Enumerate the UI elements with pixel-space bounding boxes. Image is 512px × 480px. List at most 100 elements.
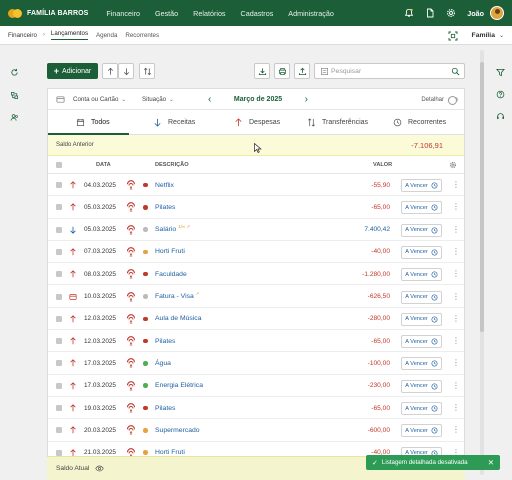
current-month[interactable]: Março de 2025 (234, 96, 282, 103)
print-button[interactable] (274, 63, 290, 79)
tab-recorrentes[interactable]: Recorrentes (125, 32, 159, 39)
headset-icon[interactable] (495, 111, 505, 121)
table-row[interactable]: 08.03.2025 Faculdade -1.280,00 A Vencer ⋮ (48, 263, 464, 286)
user-name[interactable]: João (467, 9, 484, 18)
breadcrumb[interactable]: Financeiro (8, 32, 37, 39)
status-button[interactable]: A Vencer (401, 379, 442, 393)
header-value[interactable]: VALOR (373, 162, 392, 168)
scrollbar[interactable] (480, 50, 484, 475)
tab-receitas[interactable]: Receitas (153, 110, 195, 135)
status-button[interactable]: A Vencer (401, 290, 442, 304)
row-checkbox[interactable] (56, 271, 62, 278)
more-options-icon[interactable]: ⋮ (452, 336, 460, 346)
table-row[interactable]: 04.03.2025 Netflix -55,90 A Vencer ⋮ (48, 174, 464, 197)
tab-todos[interactable]: Todos (76, 110, 110, 135)
row-checkbox[interactable] (56, 204, 62, 211)
more-options-icon[interactable]: ⋮ (452, 292, 460, 302)
more-options-icon[interactable]: ⋮ (452, 247, 460, 257)
scrollbar-thumb[interactable] (480, 62, 484, 332)
scan-icon[interactable] (448, 31, 458, 41)
more-options-icon[interactable]: ⋮ (452, 403, 460, 413)
more-options-icon[interactable]: ⋮ (452, 225, 460, 235)
table-row[interactable]: 12.03.2025 Pilates -65,00 A Vencer ⋮ (48, 330, 464, 353)
reorder-button[interactable] (139, 63, 155, 79)
row-description[interactable]: Horti Fruti (155, 248, 185, 255)
menu-gestao[interactable]: Gestão (155, 9, 178, 18)
status-button[interactable]: A Vencer (401, 245, 442, 259)
header-description[interactable]: DESCRIÇÃO (155, 162, 189, 168)
upload-button[interactable] (294, 63, 310, 79)
more-options-icon[interactable]: ⋮ (452, 269, 460, 279)
row-checkbox[interactable] (56, 405, 62, 411)
refresh-icon[interactable] (9, 67, 19, 77)
table-row[interactable]: 05.03.2025 Salário 1/∞ ↗ 7.400,42 A Vencer ⋮ (48, 219, 464, 241)
help-icon[interactable] (495, 89, 505, 99)
close-icon[interactable]: ✕ (488, 458, 494, 467)
menu-cadastros[interactable]: Cadastros (241, 9, 274, 18)
brand[interactable]: FAMÍLIA BARROS (8, 8, 88, 18)
chevron-down-icon[interactable]: ⌄ (499, 32, 504, 39)
document-icon[interactable] (424, 7, 436, 19)
gear-icon[interactable] (445, 7, 457, 19)
avatar[interactable] (490, 6, 504, 20)
more-options-icon[interactable]: ⋮ (452, 425, 460, 435)
status-button[interactable]: A Vencer (401, 179, 442, 192)
row-checkbox[interactable] (56, 382, 62, 389)
row-description[interactable]: Aula de Música (155, 315, 201, 322)
status-button[interactable]: A Vencer (401, 223, 442, 237)
row-description[interactable]: Pilates (155, 204, 175, 211)
status-button[interactable]: A Vencer (401, 268, 442, 282)
header-date[interactable]: DATA (96, 162, 111, 168)
menu-relatorios[interactable]: Relatórios (193, 9, 225, 18)
add-button[interactable]: + Adicionar (47, 63, 98, 79)
tab-despesas[interactable]: Despesas (234, 110, 280, 135)
users-icon[interactable] (9, 112, 19, 122)
menu-administracao[interactable]: Administração (288, 9, 334, 18)
more-options-icon[interactable]: ⋮ (452, 314, 460, 324)
search-input[interactable] (331, 67, 441, 75)
row-description[interactable]: Pilates (155, 338, 175, 345)
search-icon[interactable] (451, 67, 460, 76)
status-filter[interactable]: Situação ⌄ (142, 89, 174, 110)
table-row[interactable]: 10.03.2025 Fatura - Visa ↗ -626,50 A Vencer ⋮ (48, 286, 464, 308)
more-options-icon[interactable]: ⋮ (452, 180, 460, 190)
detail-toggle[interactable] (448, 96, 458, 105)
row-checkbox[interactable] (56, 182, 62, 188)
tab-transferencias[interactable]: Transferências (307, 110, 368, 135)
table-row[interactable]: 12.03.2025 Aula de Música -280,00 A Vencer ⋮ (48, 308, 464, 331)
family-select[interactable]: Família (472, 32, 495, 39)
row-description[interactable]: Faculdade (155, 271, 187, 278)
row-checkbox[interactable] (56, 338, 62, 345)
accounts-icon[interactable] (9, 90, 19, 100)
status-button[interactable]: A Vencer (401, 402, 442, 415)
row-description[interactable]: Água (155, 360, 171, 367)
status-button[interactable]: A Vencer (401, 335, 442, 349)
row-checkbox[interactable] (56, 226, 62, 233)
table-row[interactable]: 17.03.2025 Energia Elétrica -230,00 A Vence… (48, 375, 464, 397)
next-month-button[interactable]: › (305, 94, 308, 105)
eye-icon[interactable] (95, 464, 105, 473)
download-button[interactable] (254, 63, 270, 79)
sort-up-button[interactable] (102, 63, 118, 79)
tab-agenda[interactable]: Agenda (96, 32, 117, 39)
sort-down-button[interactable] (118, 63, 134, 79)
row-description[interactable]: Energia Elétrica (155, 382, 203, 389)
row-checkbox[interactable] (56, 360, 62, 367)
row-checkbox[interactable] (56, 293, 62, 300)
tab-recorrentes-list[interactable]: Recorrentes (393, 110, 446, 135)
status-button[interactable]: A Vencer (401, 312, 442, 326)
filter-icon[interactable] (495, 67, 505, 77)
status-button[interactable]: A Vencer (401, 357, 442, 371)
more-options-icon[interactable]: ⋮ (452, 381, 460, 391)
bell-icon[interactable] (403, 7, 415, 19)
more-options-icon[interactable]: ⋮ (452, 358, 460, 368)
tab-lancamentos[interactable]: Lançamentos (50, 30, 89, 40)
row-description[interactable]: Netflix (155, 182, 174, 189)
row-description[interactable]: Salário (155, 226, 176, 233)
select-all-checkbox[interactable] (56, 161, 62, 168)
row-description[interactable]: Fatura - Visa (155, 293, 194, 300)
table-row[interactable]: 07.03.2025 Horti Fruti -40,00 A Vencer ⋮ (48, 241, 464, 264)
status-button[interactable]: A Vencer (401, 201, 442, 215)
prev-month-button[interactable]: ‹ (208, 94, 211, 105)
more-options-icon[interactable]: ⋮ (452, 202, 460, 212)
